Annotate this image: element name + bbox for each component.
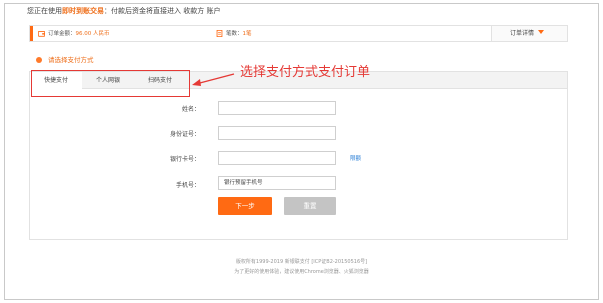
annotation-callout: 选择支付方式支付订单: [240, 65, 371, 80]
card-number-field[interactable]: [218, 151, 336, 165]
footer-copyright: 版权所有1999-2019 新银联支付 [ICP证B2-20150516号]: [235, 259, 368, 265]
notice-suffix: ：付款后资金将直接进入 收款方 账户: [104, 7, 221, 15]
order-detail-button[interactable]: 订单详情: [491, 26, 567, 41]
order-count: 笔数：1笔: [226, 29, 252, 37]
wallet-icon: [38, 30, 45, 37]
phone-label: 手机号：: [175, 182, 200, 189]
id-number-field[interactable]: [218, 126, 336, 140]
payment-method-title: 请选择支付方式: [48, 56, 94, 64]
document-icon: [216, 30, 223, 37]
caret-down-icon: [538, 30, 545, 34]
phone-field[interactable]: 银行预留手机号: [218, 176, 336, 190]
id-number-label: 身份证号：: [169, 131, 200, 138]
order-amount-value: 96.00 人民币: [75, 31, 110, 37]
name-field[interactable]: [218, 101, 336, 115]
reset-button[interactable]: 重置: [284, 197, 336, 215]
order-detail-label: 订单详情: [510, 30, 535, 37]
notice-prefix: 您正在使用: [27, 7, 62, 15]
card-number-label: 银行卡号：: [169, 156, 200, 163]
order-summary-bar: 订单金额：96.00 人民币 笔数：1笔 订单详情: [29, 25, 568, 42]
limit-link[interactable]: 限额: [350, 154, 361, 162]
summary-accent: [30, 26, 33, 41]
order-amount: 订单金额：96.00 人民币: [48, 29, 110, 37]
order-count-label: 笔数：: [226, 31, 243, 37]
trade-notice: 您正在使用即时到账交易：付款后资金将直接进入 收款方 账户: [27, 6, 220, 16]
order-count-value: 1笔: [242, 31, 252, 37]
order-amount-label: 订单金额：: [48, 31, 76, 37]
tabs-highlight-box: [31, 70, 190, 97]
notice-trade-type: 即时到账交易: [62, 7, 104, 15]
next-step-button[interactable]: 下一步: [218, 197, 272, 215]
footer-browser-tip: 为了更好的使用体验，建议使用Chrome浏览器、火狐浏览器: [234, 269, 369, 275]
payment-method-heading: 请选择支付方式: [36, 54, 94, 64]
name-label: 姓名：: [181, 106, 200, 113]
section-dot-icon: [36, 57, 42, 63]
